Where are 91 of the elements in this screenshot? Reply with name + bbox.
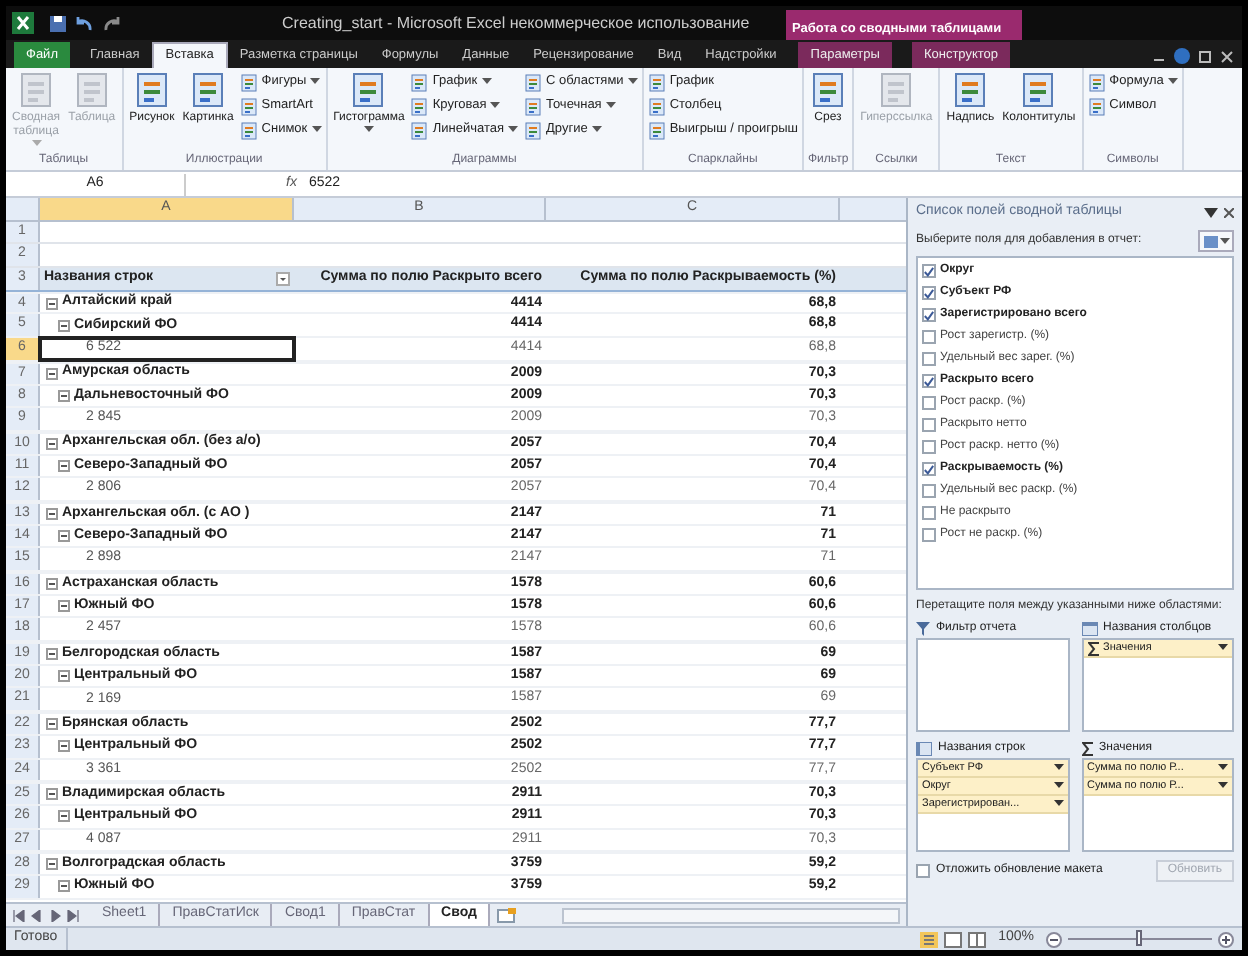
- collapse-icon[interactable]: [58, 529, 70, 542]
- document-icon: [239, 73, 258, 91]
- checkbox[interactable]: [922, 528, 936, 543]
- document-icon: [410, 121, 429, 139]
- collapse-icon[interactable]: [58, 459, 70, 472]
- collapse-icon[interactable]: [46, 577, 58, 590]
- checkbox[interactable]: [922, 374, 936, 389]
- caret-icon: [31, 140, 42, 148]
- horizontal-scrollbar[interactable]: [562, 907, 900, 923]
- caret-icon: [605, 102, 616, 110]
- collapse-icon[interactable]: [58, 319, 70, 332]
- caret-icon: [1218, 644, 1228, 652]
- collapse-icon[interactable]: [46, 717, 58, 730]
- document-icon: [647, 121, 666, 139]
- collapse-icon[interactable]: [58, 670, 70, 683]
- checkbox[interactable]: [922, 484, 936, 499]
- excel-logo-icon: [12, 12, 34, 34]
- document-icon: [350, 72, 387, 108]
- filter-dropdown-icon[interactable]: [276, 271, 290, 286]
- caret-icon: [627, 78, 638, 86]
- zoom-in-icon[interactable]: [1218, 931, 1234, 947]
- document-icon: [190, 72, 226, 108]
- restore-icon[interactable]: [1198, 49, 1212, 63]
- caret-icon: [310, 78, 321, 86]
- collapse-icon[interactable]: [46, 788, 58, 801]
- caret-icon: [508, 126, 518, 134]
- document-icon: [239, 97, 258, 115]
- checkbox[interactable]: [922, 352, 936, 367]
- caret-icon: [490, 102, 501, 110]
- columns-icon: [1081, 621, 1097, 635]
- page-break-icon[interactable]: [968, 931, 987, 947]
- checkbox[interactable]: [922, 440, 936, 455]
- document-icon: [1087, 97, 1106, 115]
- checkbox[interactable]: [922, 330, 936, 345]
- checkbox[interactable]: [922, 506, 936, 521]
- document-icon: [524, 73, 542, 91]
- document-icon: [239, 121, 258, 139]
- collapse-icon[interactable]: [46, 507, 58, 520]
- document-icon: [524, 97, 542, 115]
- checkbox[interactable]: [922, 396, 936, 411]
- collapse-icon[interactable]: [58, 810, 70, 823]
- slider-thumb[interactable]: [1136, 930, 1142, 946]
- collapse-icon[interactable]: [58, 740, 70, 753]
- checkbox[interactable]: [916, 864, 930, 878]
- document-icon: [410, 97, 429, 115]
- collapse-icon[interactable]: [58, 389, 70, 402]
- sigma-icon: [1081, 741, 1093, 755]
- caret-icon: [591, 126, 602, 134]
- checkbox[interactable]: [922, 264, 936, 279]
- rows-icon: [916, 741, 932, 755]
- caret-icon: [1219, 237, 1229, 245]
- caret-icon: [1167, 78, 1178, 86]
- close-icon[interactable]: [1220, 49, 1234, 63]
- document-icon: [410, 73, 429, 91]
- document-icon: [1087, 73, 1106, 91]
- caret-icon: [311, 126, 322, 134]
- layout-button[interactable]: [1198, 230, 1234, 252]
- pane-menu-icon[interactable]: [1204, 208, 1218, 218]
- help-icon[interactable]: [1174, 48, 1190, 64]
- sigma-icon: [1087, 641, 1099, 655]
- zoom-out-icon[interactable]: [1046, 931, 1062, 947]
- checkbox[interactable]: [922, 462, 936, 477]
- document-icon: [952, 72, 989, 108]
- document-icon: [133, 72, 170, 108]
- save-icon[interactable]: [50, 15, 66, 31]
- collapse-icon[interactable]: [46, 647, 58, 660]
- document-icon: [647, 73, 666, 91]
- page-layout-icon[interactable]: [944, 931, 963, 947]
- collapse-icon[interactable]: [46, 297, 58, 310]
- document-icon: [810, 72, 846, 108]
- sheet-navigation-icon[interactable]: [12, 909, 84, 921]
- document-icon: [647, 97, 666, 115]
- layout-icon: [1203, 235, 1217, 247]
- document-icon: [1020, 72, 1057, 108]
- collapse-icon[interactable]: [46, 367, 58, 380]
- document-icon: [524, 121, 542, 139]
- checkbox[interactable]: [922, 418, 936, 433]
- window-title: Creating_start - Microsoft Excel некоммерческое использование: [282, 11, 750, 35]
- close-icon[interactable]: [1224, 208, 1234, 218]
- undo-icon[interactable]: [74, 15, 92, 31]
- collapse-icon[interactable]: [46, 437, 58, 450]
- redo-icon[interactable]: [104, 15, 122, 31]
- checkbox[interactable]: [922, 286, 936, 301]
- normal-view-icon[interactable]: [920, 931, 939, 947]
- caret-icon: [363, 126, 374, 134]
- collapse-icon[interactable]: [58, 600, 70, 613]
- collapse-icon[interactable]: [58, 880, 70, 893]
- collapse-icon[interactable]: [46, 858, 58, 871]
- insert-sheet-icon[interactable]: [496, 907, 517, 923]
- checkbox[interactable]: [922, 308, 936, 323]
- caret-icon: [481, 78, 492, 86]
